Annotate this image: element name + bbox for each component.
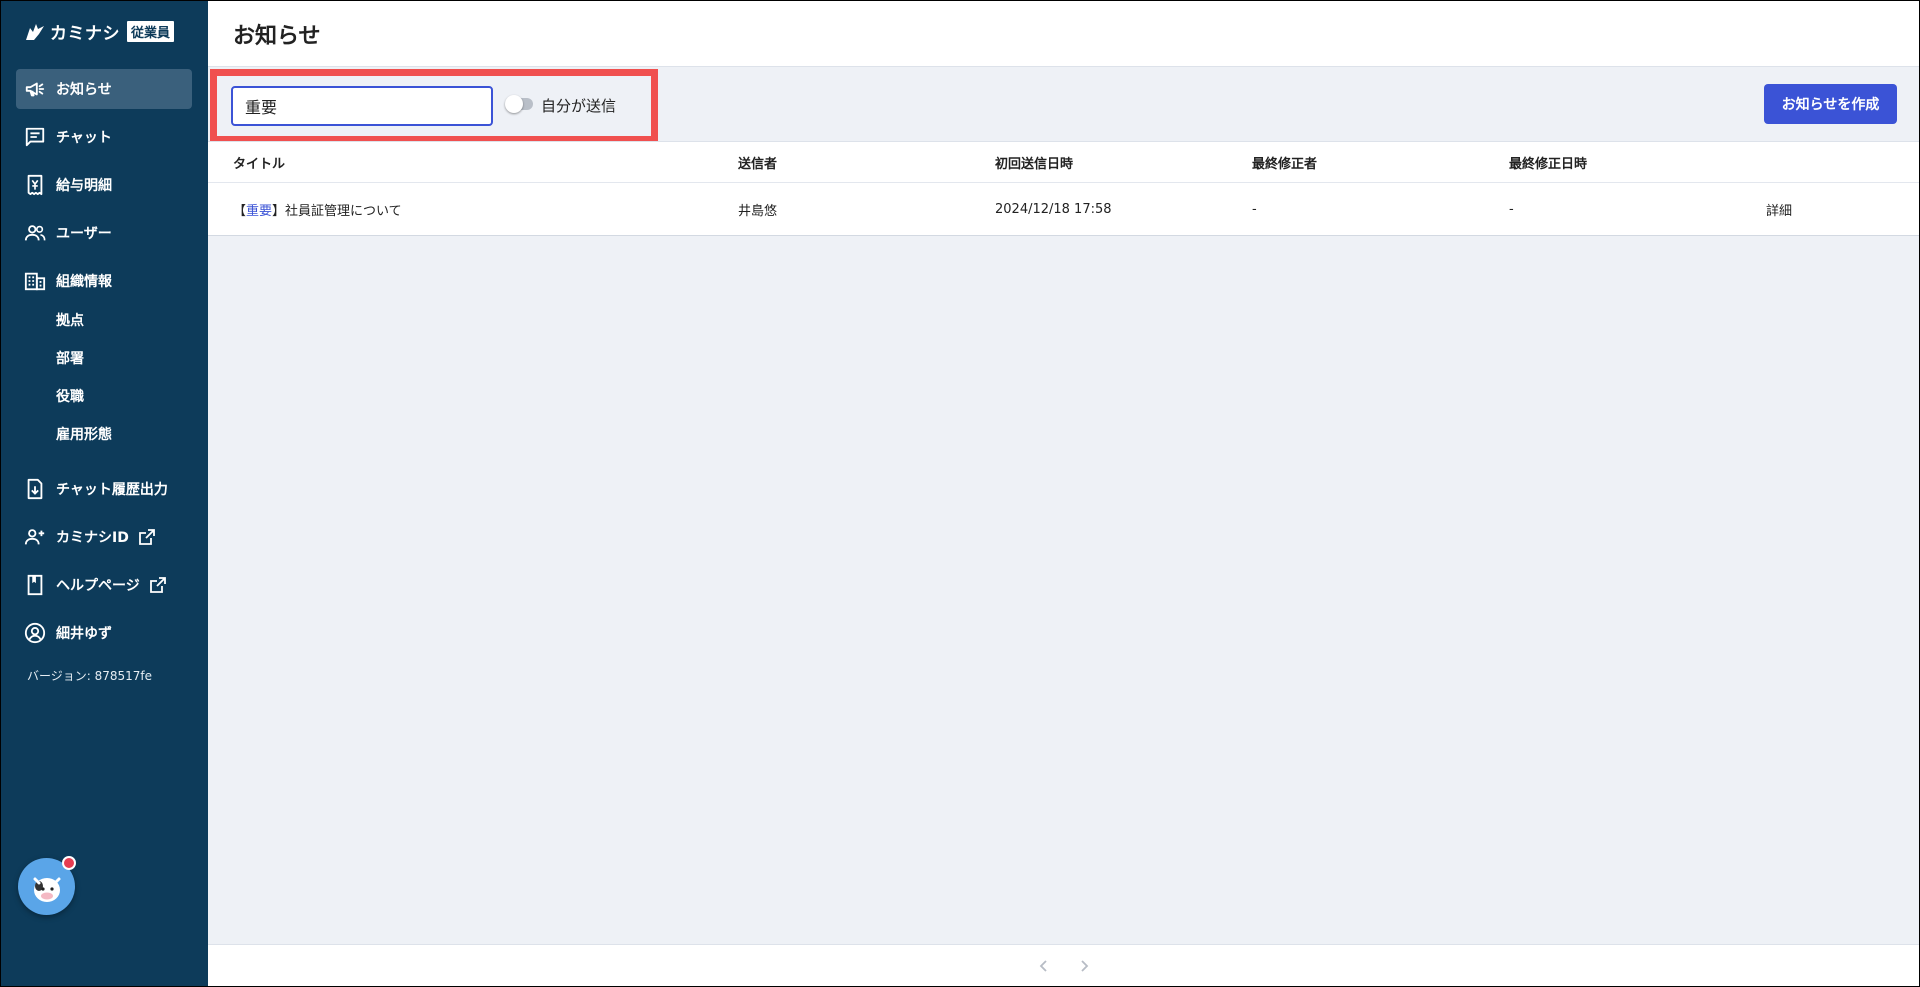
sidebar-item-notices[interactable]: お知らせ — [16, 69, 192, 109]
notices-table: タイトル 送信者 初回送信日時 最終修正者 最終修正日時 【重要】社員証管理につ… — [208, 141, 1919, 236]
column-header-title[interactable]: タイトル — [208, 153, 713, 172]
logo-text: カミナシ — [50, 24, 120, 44]
sidebar-item-label: ユーザー — [56, 226, 112, 242]
sidebar-item-organization[interactable]: 組織情報 — [16, 261, 192, 301]
sidebar-subitem-positions[interactable]: 役職 — [16, 377, 192, 415]
logo-badge: 従業員 — [127, 21, 175, 42]
filter-highlight-box: 自分が送信 — [210, 69, 658, 143]
notification-dot — [62, 856, 76, 870]
person-add-icon — [24, 529, 45, 545]
main-content: お知らせ 自分が送信 お知らせを作成 タイトル 送信者 初回送信日時 最終修正者… — [208, 1, 1919, 986]
mascot-chat-button[interactable] — [18, 856, 76, 915]
search-input[interactable] — [231, 86, 493, 126]
row-last-edited: - — [1509, 201, 1514, 217]
sidebar-item-chat-export[interactable]: チャット履歴出力 — [16, 469, 192, 509]
megaphone-icon — [25, 82, 45, 97]
page-header: お知らせ — [208, 1, 1919, 67]
sidebar-item-label: ヘルプページ — [56, 578, 140, 594]
row-last-editor: - — [1252, 201, 1257, 217]
sidebar-item-label: お知らせ — [56, 82, 112, 98]
row-sender: 井島悠 — [738, 203, 778, 219]
sidebar-item-help[interactable]: ヘルプページ — [16, 565, 192, 605]
sidebar-subitem-locations[interactable]: 拠点 — [16, 301, 192, 339]
pagination — [208, 944, 1919, 986]
title-highlight: 重要 — [246, 203, 273, 219]
user-name: 細井ゆず — [56, 626, 112, 642]
sidebar-item-chat[interactable]: チャット — [16, 117, 192, 157]
chevron-right-icon[interactable] — [1076, 958, 1092, 974]
chat-icon — [25, 127, 45, 147]
column-header-sender[interactable]: 送信者 — [713, 153, 970, 172]
sidebar-nav: お知らせ チャット 給与明細 ユーザー 組織情報 拠点 部署 役職 雇用形態 チ… — [16, 69, 192, 661]
column-header-last-edited[interactable]: 最終修正日時 — [1484, 153, 1741, 172]
external-link-icon — [138, 529, 155, 545]
toolbar: 自分が送信 お知らせを作成 — [208, 68, 1919, 143]
table-header: タイトル 送信者 初回送信日時 最終修正者 最終修正日時 — [208, 142, 1919, 183]
external-link-icon — [149, 577, 166, 593]
users-icon — [24, 225, 46, 241]
sidebar: カミナシ 従業員 お知らせ チャット 給与明細 ユーザー 組織情報 拠点 部署 … — [1, 1, 208, 986]
sidebar-subitem-employment-types[interactable]: 雇用形態 — [16, 415, 192, 453]
payslip-icon — [27, 174, 43, 196]
logo[interactable]: カミナシ 従業員 — [24, 19, 175, 44]
title-prefix: 【 — [233, 203, 247, 219]
sidebar-item-label: 組織情報 — [56, 274, 112, 290]
create-notice-button[interactable]: お知らせを作成 — [1764, 84, 1897, 124]
sidebar-item-label: カミナシID — [56, 530, 129, 546]
column-header-last-editor[interactable]: 最終修正者 — [1227, 153, 1484, 172]
sent-by-me-toggle[interactable] — [505, 95, 533, 113]
sidebar-subitem-departments[interactable]: 部署 — [16, 339, 192, 377]
detail-link[interactable]: 詳細 — [1741, 200, 1891, 219]
version-label: バージョン: 878517fe — [27, 669, 153, 683]
cow-mascot-icon — [33, 877, 60, 902]
sidebar-item-users[interactable]: ユーザー — [16, 213, 192, 253]
title-suffix: 】社員証管理について — [272, 203, 402, 219]
table-row[interactable]: 【重要】社員証管理について 井島悠 2024/12/18 17:58 - - 詳… — [208, 183, 1919, 235]
column-header-first-sent[interactable]: 初回送信日時 — [970, 153, 1227, 172]
account-icon — [24, 622, 46, 644]
chevron-left-icon[interactable] — [1036, 958, 1052, 974]
toggle-label: 自分が送信 — [541, 97, 617, 115]
table-body: 【重要】社員証管理について 井島悠 2024/12/18 17:58 - - 詳… — [208, 183, 1919, 235]
sidebar-item-account[interactable]: 細井ゆず — [16, 613, 192, 653]
book-icon — [27, 574, 43, 596]
sidebar-item-kaminashi-id[interactable]: カミナシID — [16, 517, 192, 557]
app-window: カミナシ 従業員 お知らせ チャット 給与明細 ユーザー 組織情報 拠点 部署 … — [1, 1, 1919, 986]
file-download-icon — [27, 478, 43, 500]
page-title: お知らせ — [233, 23, 321, 49]
row-first-sent: 2024/12/18 17:58 — [995, 201, 1112, 217]
sidebar-item-payslip[interactable]: 給与明細 — [16, 165, 192, 205]
toggle-knob — [505, 95, 523, 113]
sidebar-item-label: チャット — [56, 130, 112, 146]
logo-mark-icon — [26, 23, 44, 40]
building-icon — [24, 272, 46, 291]
sidebar-item-label: 給与明細 — [56, 178, 112, 194]
row-title: 【重要】社員証管理について — [208, 200, 713, 219]
sidebar-item-label: チャット履歴出力 — [56, 482, 168, 498]
